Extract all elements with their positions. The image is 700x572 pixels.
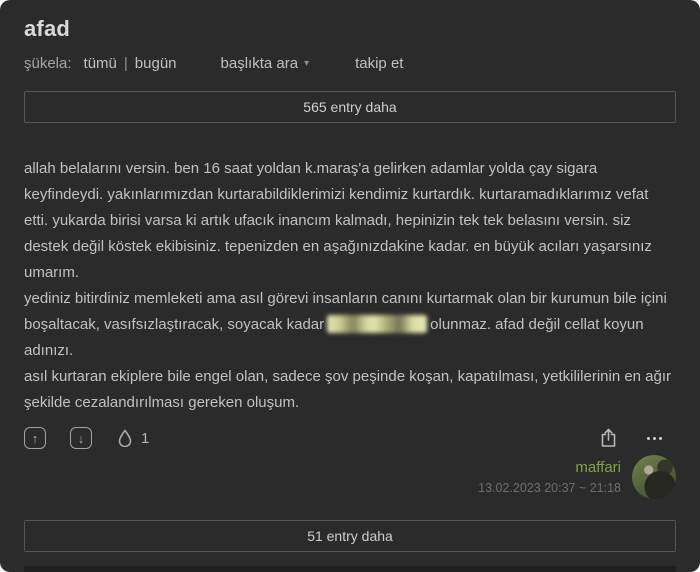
entry-actions: ↑ ↓ 1 [24, 427, 676, 449]
filter-label: şükela: [24, 55, 72, 72]
downvote-button[interactable]: ↓ [70, 427, 92, 449]
upvote-button[interactable]: ↑ [24, 427, 46, 449]
favorite-drop-icon [118, 429, 132, 447]
redacted-text [327, 315, 428, 333]
vote-actions: ↑ ↓ 1 [24, 427, 149, 449]
dots-icon [647, 436, 650, 440]
entry-paragraph: allah belalarını versin. ben 16 saat yol… [24, 160, 652, 281]
entry-content: allah belalarını versin. ben 16 saat yol… [24, 156, 676, 416]
follow-topic-button[interactable]: takip et [355, 55, 403, 72]
favorite-group[interactable]: 1 [118, 429, 149, 447]
filter-bar: şükela: tümü | bugün başlıkta ara ▾ taki… [24, 55, 676, 72]
next-entry-block [24, 566, 676, 572]
filter-option-all[interactable]: tümü [84, 55, 117, 72]
dots-icon [659, 436, 662, 440]
avatar[interactable] [632, 455, 676, 499]
entry-paragraph: yediniz bitirdiniz memleketi ama asıl gö… [24, 286, 676, 364]
more-entries-bottom-button[interactable]: 51 entry daha [24, 520, 676, 552]
author-link[interactable]: maffari [478, 459, 621, 476]
favorite-count: 1 [141, 429, 150, 447]
filter-divider: | [123, 55, 128, 72]
author-meta: maffari 13.02.2023 20:37 ~ 21:18 [478, 459, 621, 495]
search-in-topic-dropdown[interactable]: başlıkta ara ▾ [221, 55, 310, 72]
search-in-topic-label: başlıkta ara [220, 55, 299, 72]
arrow-up-icon: ↑ [31, 430, 39, 446]
entry-timestamp[interactable]: 13.02.2023 20:37 ~ 21:18 [478, 481, 621, 495]
share-button[interactable] [600, 428, 617, 448]
entry-paragraph: asıl kurtaran ekiplere bile engel olan, … [24, 368, 672, 411]
topic-page: afad şükela: tümü | bugün başlıkta ara ▾… [0, 0, 700, 572]
share-icon [601, 428, 616, 447]
more-entries-top-button[interactable]: 565 entry daha [24, 91, 676, 123]
author-row: maffari 13.02.2023 20:37 ~ 21:18 [24, 455, 676, 499]
more-options-button[interactable] [647, 436, 662, 440]
filter-option-today[interactable]: bugün [135, 55, 177, 72]
chevron-down-icon: ▾ [304, 57, 310, 69]
entry-tools [600, 428, 676, 448]
dots-icon [653, 436, 656, 440]
arrow-down-icon: ↓ [77, 430, 85, 446]
page-title: afad [24, 16, 71, 41]
